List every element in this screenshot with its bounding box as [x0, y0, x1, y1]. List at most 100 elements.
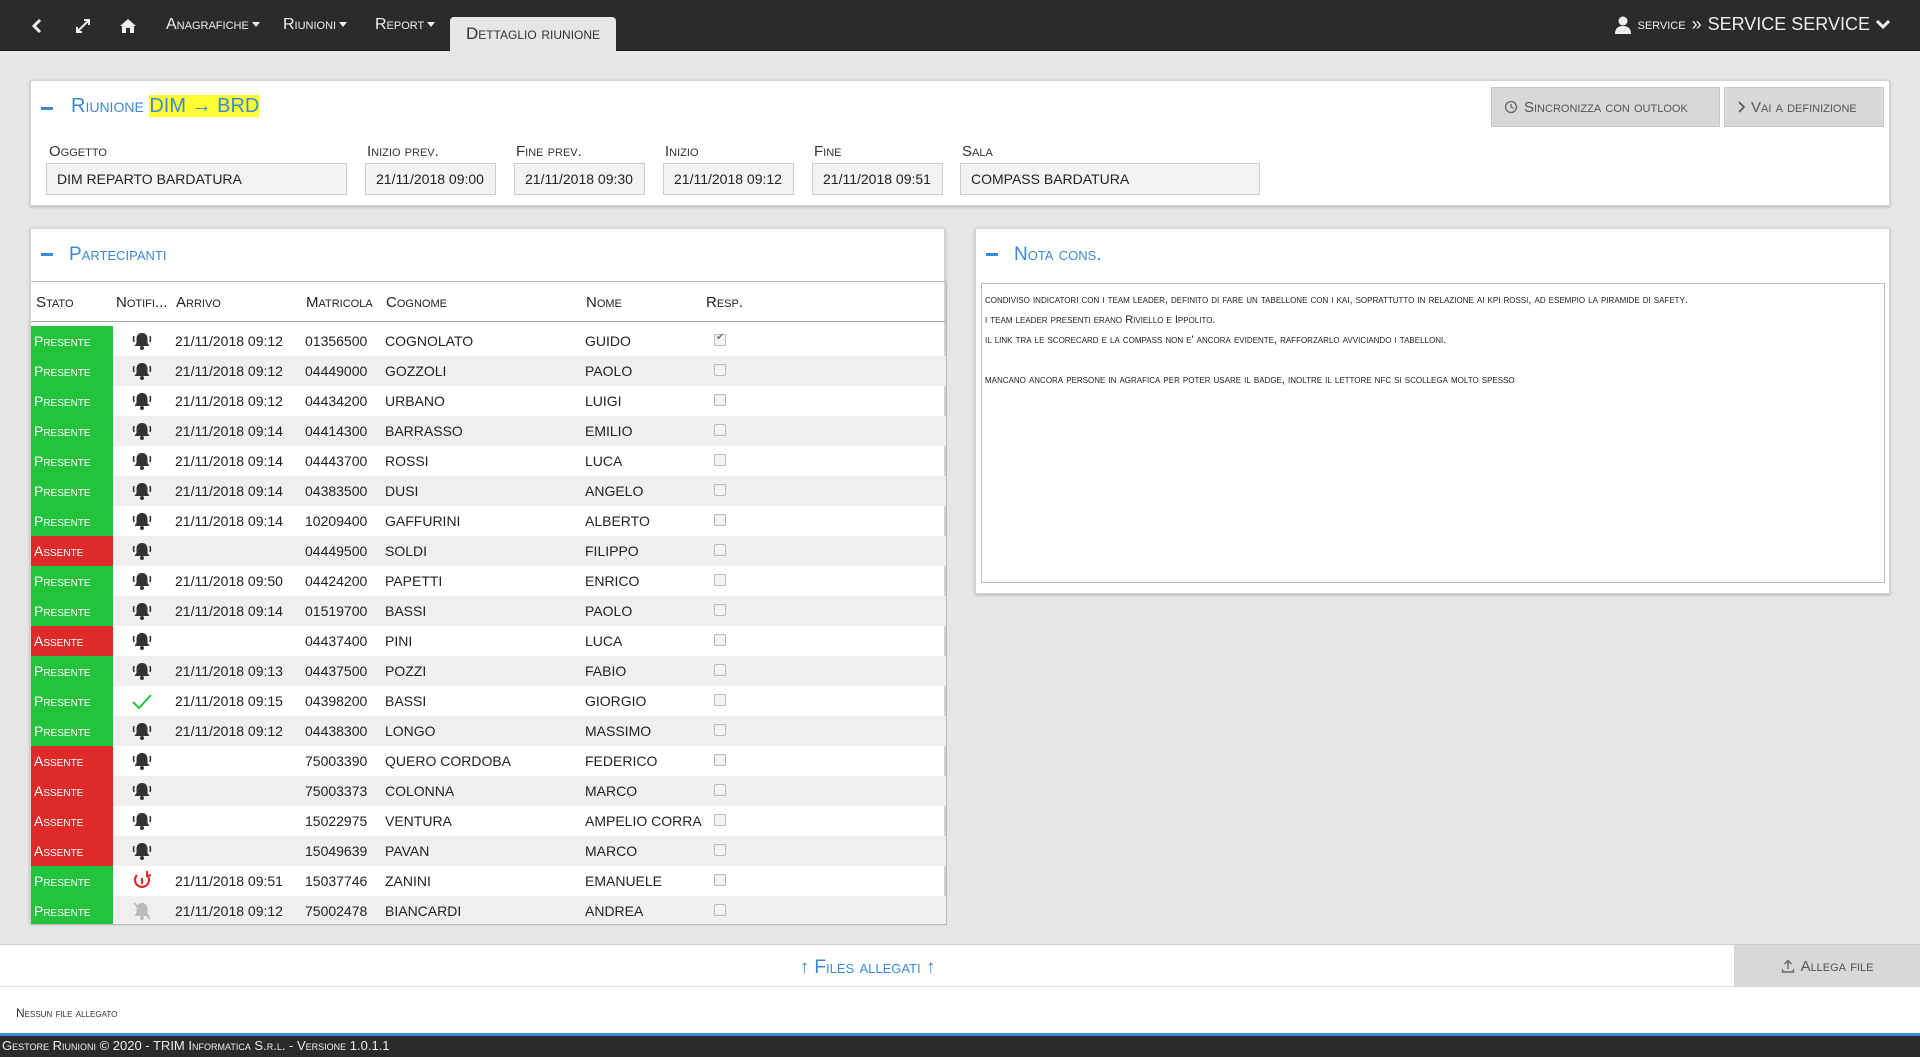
- bell-icon[interactable]: [131, 480, 153, 502]
- fine-prev-field[interactable]: 21/11/2018 09:30: [514, 163, 645, 195]
- tab-dettaglio-riunione[interactable]: Dettaglio riunione: [450, 17, 616, 51]
- table-row[interactable]: Presente 21/11/2018 09:51 15037746 ZANINI EM…: [31, 866, 946, 896]
- bell-off-icon[interactable]: [131, 900, 153, 922]
- resp-checkbox[interactable]: [714, 814, 726, 826]
- resp-checkbox[interactable]: [714, 514, 726, 526]
- bell-icon[interactable]: [131, 720, 153, 742]
- bell-icon[interactable]: [131, 570, 153, 592]
- collapse-icon[interactable]: [41, 107, 53, 110]
- table-row[interactable]: Presente 21/11/2018 09:50 04424200 PAPETTI E…: [31, 566, 946, 596]
- col-resp[interactable]: Resp.: [706, 294, 743, 311]
- bell-icon[interactable]: [131, 840, 153, 862]
- bell-icon[interactable]: [131, 540, 153, 562]
- resp-checkbox[interactable]: [714, 904, 726, 916]
- table-row[interactable]: Presente 21/11/2018 09:12 01356500 COGNOLAT…: [31, 326, 946, 356]
- expand-icon[interactable]: [70, 13, 96, 39]
- resp-checkbox[interactable]: [714, 364, 726, 376]
- resp-checkbox[interactable]: [714, 634, 726, 646]
- user-menu[interactable]: service » SERVICE SERVICE: [1615, 14, 1890, 35]
- arrival-time: 21/11/2018 09:12: [175, 393, 283, 409]
- table-row[interactable]: Presente 21/11/2018 09:12 04434200 URBANO LU…: [31, 386, 946, 416]
- bell-icon[interactable]: [131, 810, 153, 832]
- resp-checkbox[interactable]: [714, 424, 726, 436]
- resp-checkbox[interactable]: [714, 604, 726, 616]
- caret-down-icon: [251, 22, 260, 28]
- table-row[interactable]: Assente 04449500 SOLDI FILIPPO: [31, 536, 946, 566]
- inizio-prev-field[interactable]: 21/11/2018 09:00: [365, 163, 496, 195]
- cognome-value: PAPETTI: [385, 573, 443, 589]
- table-row[interactable]: Presente 21/11/2018 09:12 04449000 GOZZOLI P…: [31, 356, 946, 386]
- status-badge: Presente: [31, 356, 113, 386]
- fine-field[interactable]: 21/11/2018 09:51: [812, 163, 943, 195]
- menu-anagrafiche[interactable]: Anagrafiche: [166, 16, 260, 34]
- bell-icon[interactable]: [131, 360, 153, 382]
- bell-icon[interactable]: [131, 660, 153, 682]
- table-row[interactable]: Presente 21/11/2018 09:14 04443700 ROSSI LUC…: [31, 446, 946, 476]
- table-row[interactable]: Presente 21/11/2018 09:15 04398200 BASSI GIO…: [31, 686, 946, 716]
- resp-checkbox[interactable]: [714, 394, 726, 406]
- bell-icon[interactable]: [131, 450, 153, 472]
- table-row[interactable]: Assente 15022975 VENTURA AMPELIO CORRADO: [31, 806, 946, 836]
- bell-icon[interactable]: [131, 780, 153, 802]
- matricola-value: 04434200: [305, 393, 368, 409]
- table-row[interactable]: Assente 75003373 COLONNA MARCO: [31, 776, 946, 806]
- status-badge: Presente: [31, 386, 113, 416]
- col-nome[interactable]: Nome: [586, 294, 622, 311]
- resp-checkbox[interactable]: [714, 574, 726, 586]
- table-row[interactable]: Assente 75003390 QUERO CORDOBA FEDERICO: [31, 746, 946, 776]
- resp-checkbox[interactable]: [714, 724, 726, 736]
- resp-checkbox[interactable]: [714, 544, 726, 556]
- col-stato[interactable]: Stato: [36, 294, 74, 311]
- table-row[interactable]: Presente 21/11/2018 09:13 04437500 POZZI FAB…: [31, 656, 946, 686]
- resp-checkbox[interactable]: [714, 784, 726, 796]
- table-row[interactable]: Presente 21/11/2018 09:14 04383500 DUSI ANGE…: [31, 476, 946, 506]
- col-arrivo[interactable]: Arrivo: [176, 294, 221, 311]
- resp-checkbox[interactable]: [714, 454, 726, 466]
- bell-icon[interactable]: [131, 750, 153, 772]
- status-badge: Assente: [31, 626, 113, 656]
- table-row[interactable]: Presente 21/11/2018 09:12 75002478 BIANCARD…: [31, 896, 946, 924]
- table-row[interactable]: Presente 21/11/2018 09:14 04414300 BARRASSO…: [31, 416, 946, 446]
- col-matricola[interactable]: Matricola: [306, 294, 373, 311]
- sync-outlook-button[interactable]: Sincronizza con outlook: [1491, 87, 1720, 127]
- bell-icon[interactable]: [131, 420, 153, 442]
- back-icon[interactable]: [24, 13, 50, 39]
- sala-label: Sala: [962, 143, 993, 160]
- resp-checkbox[interactable]: [714, 694, 726, 706]
- table-row[interactable]: Assente 04437400 PINI LUCA: [31, 626, 946, 656]
- resp-checkbox[interactable]: [714, 754, 726, 766]
- cognome-value: GOZZOLI: [385, 363, 447, 379]
- bell-icon[interactable]: [131, 630, 153, 652]
- table-row[interactable]: Presente 21/11/2018 09:12 04438300 LONGO MAS…: [31, 716, 946, 746]
- attach-file-button[interactable]: Allega file: [1734, 945, 1920, 987]
- notes-textarea[interactable]: condiviso indicatori con i team leader, …: [981, 283, 1885, 583]
- resp-checkbox[interactable]: [714, 844, 726, 856]
- files-title[interactable]: ↑ Files allegati ↑: [0, 957, 1735, 979]
- menu-report[interactable]: Report: [375, 16, 436, 34]
- table-row[interactable]: Assente 15049639 PAVAN MARCO: [31, 836, 946, 866]
- menu-riunioni[interactable]: Riunioni: [283, 16, 348, 34]
- inizio-field[interactable]: 21/11/2018 09:12: [663, 163, 794, 195]
- retry-alert-icon[interactable]: [131, 870, 153, 892]
- check-icon[interactable]: [131, 690, 153, 712]
- nome-value: ALBERTO: [585, 513, 650, 529]
- col-notifiche[interactable]: Notifi...: [116, 294, 167, 311]
- table-row[interactable]: Presente 21/11/2018 09:14 01519700 BASSI PAO…: [31, 596, 946, 626]
- resp-checkbox[interactable]: [714, 664, 726, 676]
- bell-icon[interactable]: [131, 600, 153, 622]
- home-icon[interactable]: [115, 13, 141, 39]
- nome-value: FEDERICO: [585, 753, 658, 769]
- table-row[interactable]: Presente 21/11/2018 09:14 10209400 GAFFURIN…: [31, 506, 946, 536]
- collapse-icon[interactable]: [41, 253, 53, 256]
- resp-checkbox[interactable]: [714, 332, 726, 346]
- sala-field[interactable]: COMPASS BARDATURA: [960, 163, 1260, 195]
- col-cognome[interactable]: Cognome: [386, 294, 447, 311]
- bell-icon[interactable]: [131, 330, 153, 352]
- resp-checkbox[interactable]: [714, 874, 726, 886]
- oggetto-field[interactable]: DIM REPARTO BARDATURA: [46, 163, 347, 195]
- bell-icon[interactable]: [131, 510, 153, 532]
- collapse-icon[interactable]: [986, 253, 998, 256]
- goto-definition-button[interactable]: Vai a definizione: [1724, 87, 1884, 127]
- bell-icon[interactable]: [131, 390, 153, 412]
- resp-checkbox[interactable]: [714, 484, 726, 496]
